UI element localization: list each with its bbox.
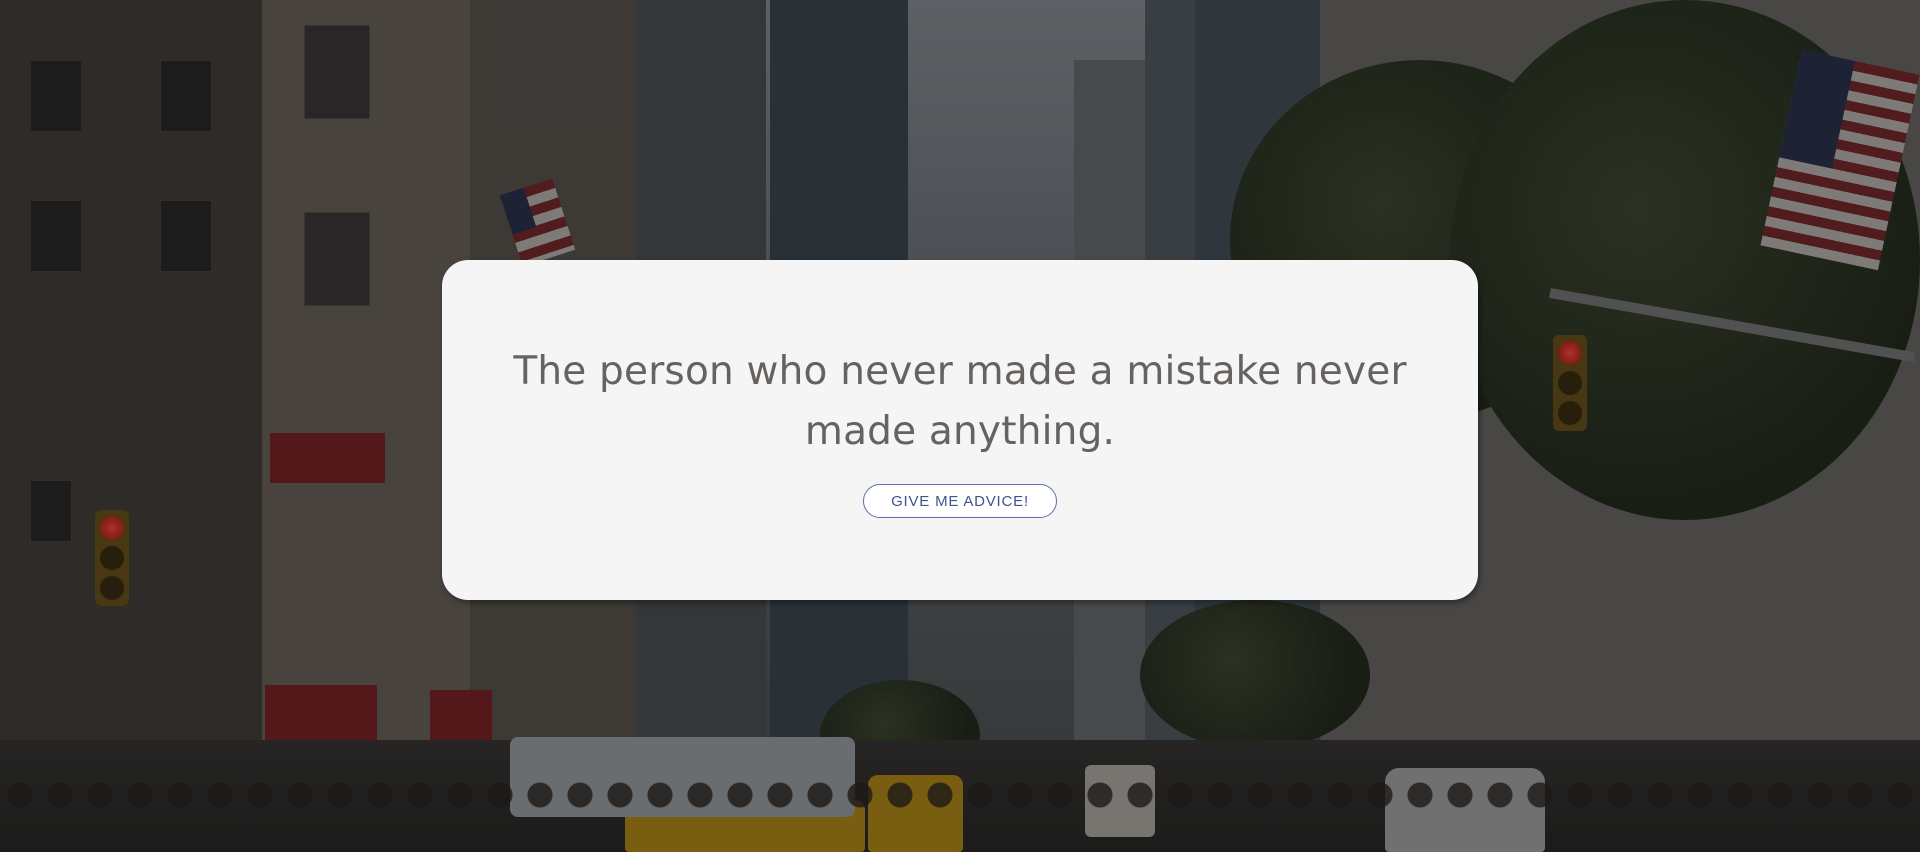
app-root: The person who never made a mistake neve…: [0, 0, 1920, 852]
give-advice-button[interactable]: GIVE ME ADVICE!: [863, 484, 1057, 518]
quote-text: The person who never made a mistake neve…: [513, 349, 1407, 454]
quote-card: The person who never made a mistake neve…: [442, 260, 1478, 600]
